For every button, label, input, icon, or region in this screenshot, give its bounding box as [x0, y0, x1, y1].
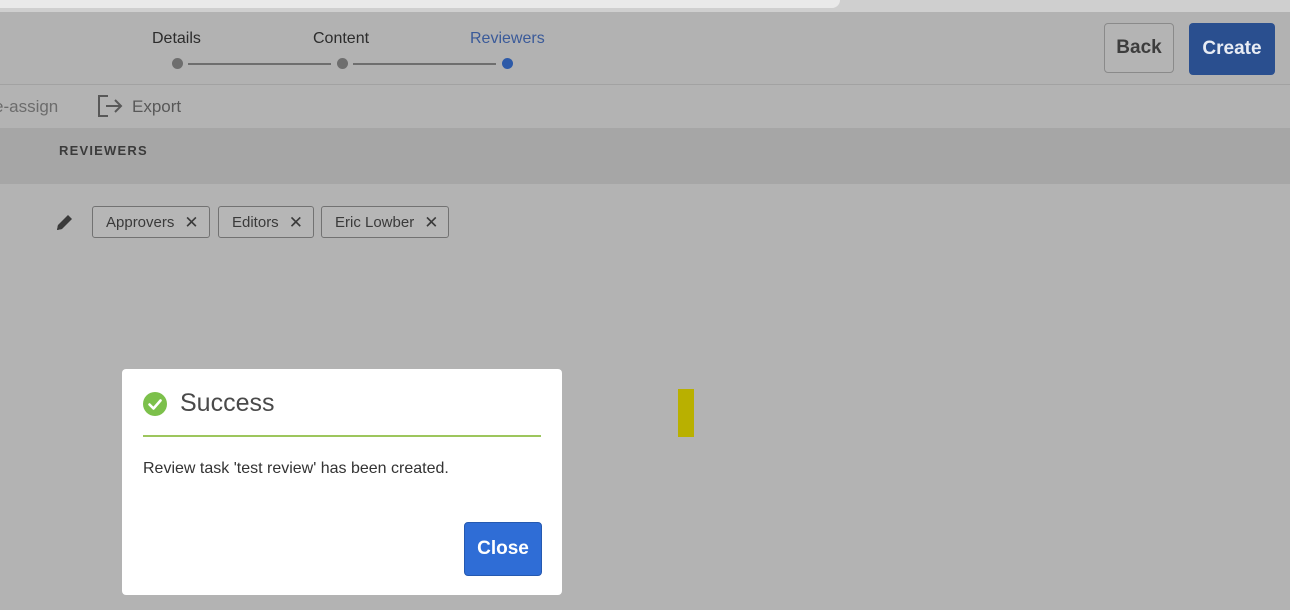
wizard-header: Details Content Reviewers Back Create [0, 12, 1290, 85]
create-button[interactable]: Create [1189, 23, 1275, 75]
remove-chip-icon[interactable]: ✕ [424, 214, 438, 231]
step-details-dot [172, 58, 183, 69]
reviewer-chip-eric-lowber: Eric Lowber ✕ [321, 206, 450, 238]
reassign-action[interactable]: e-assign [0, 97, 58, 117]
pencil-icon[interactable] [55, 212, 75, 232]
cursor-marker [678, 389, 694, 437]
step-connector [353, 63, 496, 65]
dialog-title: Success [180, 389, 275, 417]
back-button[interactable]: Back [1104, 23, 1174, 73]
chip-label: Editors [232, 213, 279, 231]
reviewer-chip-editors: Editors ✕ [218, 206, 314, 238]
reviewer-chip-approvers: Approvers ✕ [92, 206, 210, 238]
step-content[interactable]: Content [313, 30, 369, 48]
check-circle-icon [143, 392, 167, 416]
close-button[interactable]: Close [464, 522, 542, 576]
section-title: REVIEWERS [59, 143, 148, 158]
browser-tab [0, 0, 840, 8]
step-details[interactable]: Details [152, 30, 201, 48]
step-reviewers[interactable]: Reviewers [470, 30, 545, 48]
dialog-divider [143, 435, 541, 437]
step-content-dot [337, 58, 348, 69]
remove-chip-icon[interactable]: ✕ [289, 214, 303, 231]
success-dialog: Success Review task 'test review' has be… [122, 369, 562, 595]
export-action[interactable]: Export [132, 97, 181, 117]
chip-label: Approvers [106, 213, 175, 231]
reviewers-section-header: REVIEWERS [0, 128, 1290, 184]
dialog-message: Review task 'test review' has been creat… [143, 460, 449, 477]
step-connector [188, 63, 331, 65]
step-reviewers-dot [502, 58, 513, 69]
remove-chip-icon[interactable]: ✕ [184, 214, 198, 231]
export-icon[interactable] [96, 93, 124, 119]
chip-label: Eric Lowber [335, 213, 415, 231]
action-bar: e-assign Export [0, 85, 1290, 128]
browser-tab-strip [0, 0, 1290, 12]
